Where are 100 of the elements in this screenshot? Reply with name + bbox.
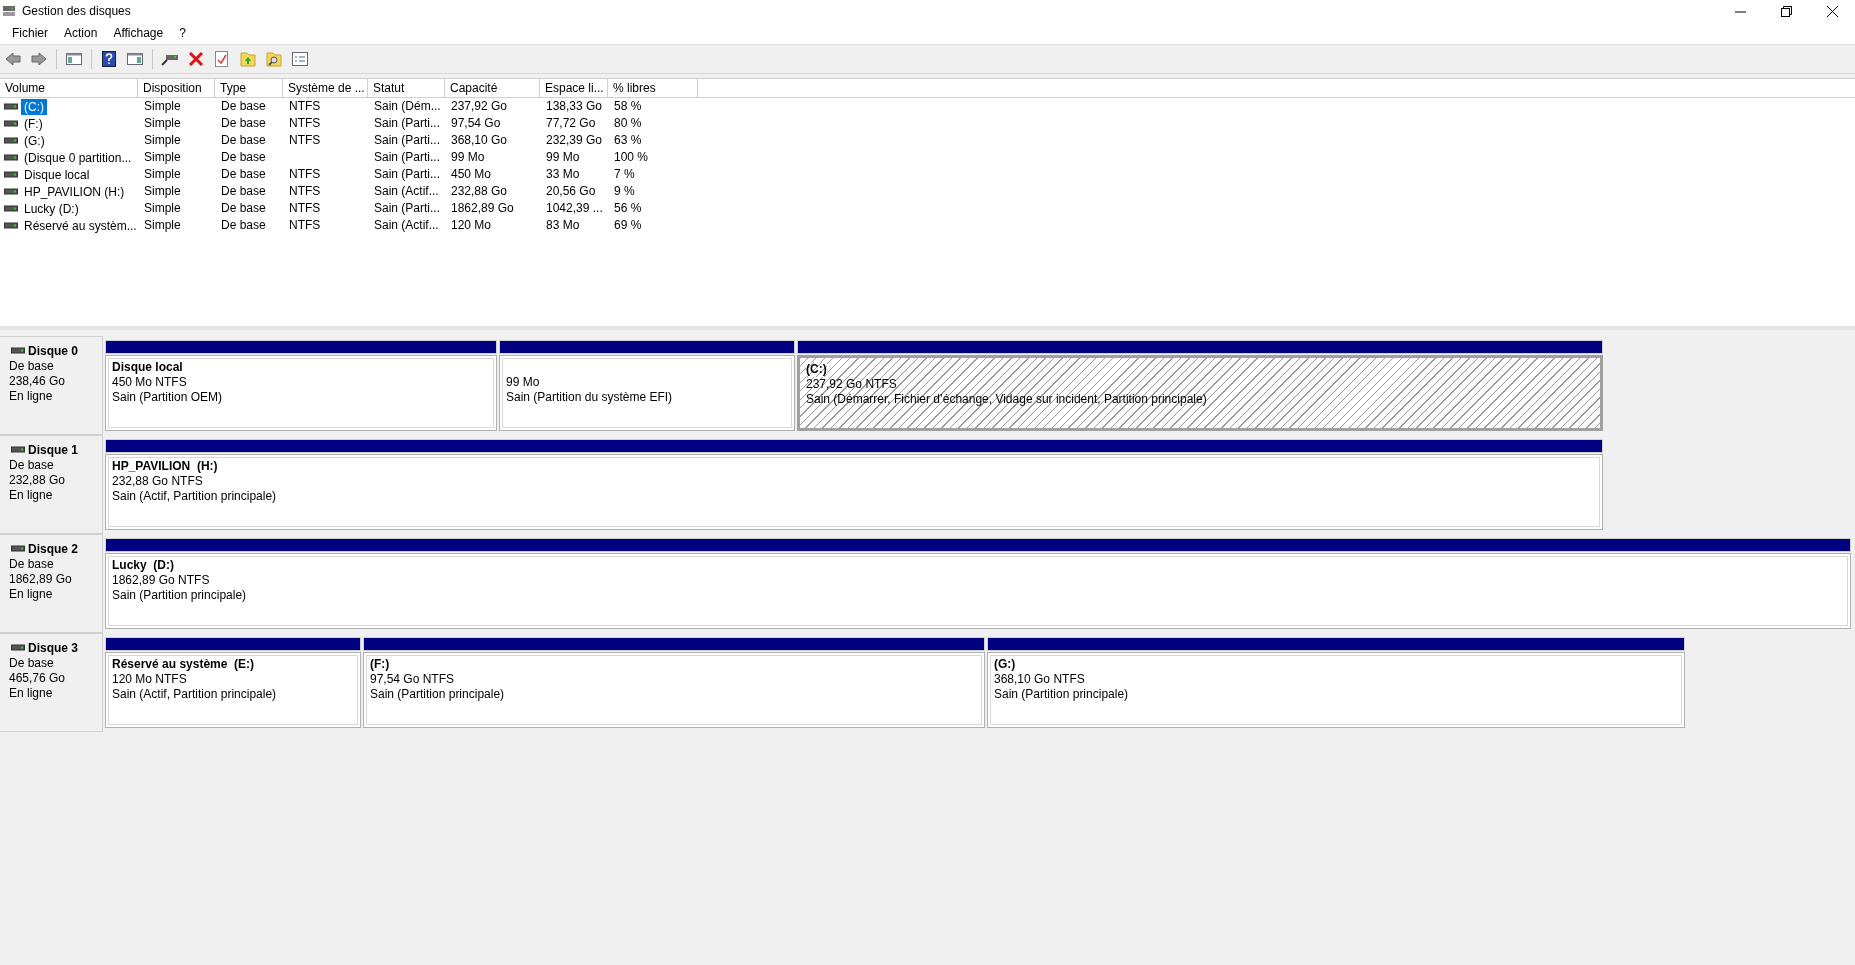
table-cell-text: Simple xyxy=(143,149,182,166)
partition-name: Réservé au système (E:) xyxy=(112,657,255,672)
table-cell-text: 33 Mo xyxy=(545,166,581,183)
partition-size: 120 Mo NTFS xyxy=(112,672,187,687)
partition-block[interactable]: (F:) 97,54 Go NTFS Sain (Partition principale) xyxy=(363,652,985,728)
table-cell-text: Sain (Actif... xyxy=(373,183,440,200)
drive-entry[interactable]: (C:) xyxy=(21,98,47,115)
table-cell-text: 100 % xyxy=(613,149,650,166)
table-cell-text: De base xyxy=(220,183,267,200)
column-header[interactable]: Statut xyxy=(368,79,445,97)
restore-icon xyxy=(1780,5,1792,17)
partition-size: 97,54 Go NTFS xyxy=(370,672,455,687)
disk-management-icon xyxy=(2,4,16,18)
table-cell-text: 20,56 Go xyxy=(545,183,597,200)
disk-size: 465,76 Go xyxy=(9,671,67,686)
table-cell-text: NTFS xyxy=(288,200,322,217)
table-cell-text: 83 Mo xyxy=(545,217,581,234)
table-cell-text: De base xyxy=(220,98,267,115)
drive-entry[interactable]: HP_PAVILION (H:) xyxy=(21,183,128,200)
menu-item[interactable]: Fichier xyxy=(4,26,56,40)
table-cell-text: Sain (Parti... xyxy=(373,200,442,217)
disk-name: Disque 0 xyxy=(28,343,78,359)
table-cell-text: Simple xyxy=(143,132,182,149)
partition-status: Sain (Démarrer, Fichier d’échange, Vidage sur incident, Partition principale) xyxy=(806,392,1207,407)
disk-size: 232,88 Go xyxy=(9,473,67,488)
table-cell-text: 237,92 Go xyxy=(450,98,509,115)
partition-status: Sain (Partition du système EFI) xyxy=(506,390,673,405)
partition-name: (F:) xyxy=(370,657,390,672)
partition-status: Sain (Actif, Partition principale) xyxy=(112,489,277,504)
column-header[interactable]: Système de ... xyxy=(283,79,368,97)
partition-block[interactable]: Disque local 450 Mo NTFS Sain (Partition OEM) xyxy=(105,355,497,431)
disk-type: De base xyxy=(9,458,55,473)
partition-block[interactable]: HP_PAVILION (H:) 232,88 Go NTFS Sain (Actif, Partition principale) xyxy=(105,454,1603,530)
table-cell-text: Simple xyxy=(143,98,182,115)
partition-block[interactable]: Réservé au système (E:) 120 Mo NTFS Sain (Actif, Partition principale) xyxy=(105,652,361,728)
window-title: Gestion des disques xyxy=(22,4,132,18)
table-cell-text: 1042,39 ... xyxy=(545,200,604,217)
table-cell-text: De base xyxy=(220,149,267,166)
table-cell-text: 368,10 Go xyxy=(450,132,509,149)
table-cell-text: Simple xyxy=(143,217,182,234)
partition-block[interactable]: (C:) 237,92 Go NTFS Sain (Démarrer, Fichier d’échange, Vidage sur incident, Partition principale) xyxy=(797,355,1603,431)
table-cell-text: 77,72 Go xyxy=(545,115,597,132)
column-header[interactable]: Disposition xyxy=(138,79,215,97)
disk-type: De base xyxy=(9,656,55,671)
disk-state: En ligne xyxy=(9,389,54,404)
table-cell-text: 120 Mo xyxy=(450,217,493,234)
partition-block[interactable]: Lucky (D:) 1862,89 Go NTFS Sain (Partition principale) xyxy=(105,553,1851,629)
table-cell-text: 56 % xyxy=(613,200,643,217)
table-cell-text: Sain (Parti... xyxy=(373,132,442,149)
drive-entry[interactable]: Réservé au systèm... xyxy=(21,217,140,234)
partition-name: Disque local xyxy=(112,360,183,375)
partition-block[interactable]: (G:) 368,10 Go NTFS Sain (Partition principale) xyxy=(987,652,1685,728)
partition-name: HP_PAVILION (H:) xyxy=(112,459,218,474)
table-cell-text: Simple xyxy=(143,183,182,200)
drive-entry[interactable]: Disque local xyxy=(21,166,93,183)
partition-size: 232,88 Go NTFS xyxy=(112,474,203,489)
partition-block[interactable]: 99 Mo Sain (Partition du système EFI) xyxy=(499,355,795,431)
table-cell-text: 1862,89 Go xyxy=(450,200,515,217)
table-cell-text: De base xyxy=(220,132,267,149)
column-header[interactable]: Volume xyxy=(0,79,138,97)
table-cell-text: 232,88 Go xyxy=(450,183,509,200)
table-cell-text: Sain (Actif... xyxy=(373,217,440,234)
drive-entry[interactable]: Lucky (D:) xyxy=(21,200,82,217)
disk-name: Disque 3 xyxy=(28,640,78,656)
menu-item[interactable]: Action xyxy=(56,26,106,40)
column-header[interactable]: Capacité xyxy=(445,79,540,97)
table-cell-text: 97,54 Go xyxy=(450,115,502,132)
disk-size: 238,46 Go xyxy=(9,374,67,389)
partition-name: (C:) xyxy=(806,362,827,377)
table-cell-text: Sain (Dém... xyxy=(373,98,442,115)
drive-entry[interactable]: (G:) xyxy=(21,132,48,149)
table-cell-text: 232,39 Go xyxy=(545,132,604,149)
table-cell-text: 9 % xyxy=(613,183,636,200)
disk-name: Disque 1 xyxy=(28,442,78,458)
disk-state: En ligne xyxy=(9,686,54,701)
table-cell-text: 58 % xyxy=(613,98,643,115)
close-icon xyxy=(1826,5,1838,17)
table-cell-text: 63 % xyxy=(613,132,643,149)
disk-name: Disque 2 xyxy=(28,541,78,557)
partition-status: Sain (Actif, Partition principale) xyxy=(112,687,277,702)
table-cell-text: NTFS xyxy=(288,98,322,115)
column-header[interactable]: Espace li... xyxy=(540,79,608,97)
disk-size: 1862,89 Go xyxy=(9,572,73,587)
drive-entry[interactable]: (Disque 0 partition... xyxy=(21,149,135,166)
column-header[interactable]: Type xyxy=(215,79,283,97)
partition-size: 1862,89 Go NTFS xyxy=(112,573,210,588)
table-cell-text: De base xyxy=(220,166,267,183)
partition-size: 237,92 Go NTFS xyxy=(806,377,897,392)
menu-item[interactable]: ? xyxy=(171,26,194,40)
table-cell-text: 138,33 Go xyxy=(545,98,604,115)
partition-status: Sain (Partition principale) xyxy=(370,687,505,702)
disk-type: De base xyxy=(9,557,55,572)
table-cell-text: 99 Mo xyxy=(545,149,581,166)
drive-entry[interactable]: (F:) xyxy=(21,115,46,132)
partition-size: 450 Mo NTFS xyxy=(112,375,187,390)
column-header[interactable]: % libres xyxy=(608,79,698,97)
partition-status: Sain (Partition OEM) xyxy=(112,390,223,405)
partition-size: 99 Mo xyxy=(506,375,540,390)
menu-item[interactable]: Affichage xyxy=(105,26,172,40)
table-cell-text: Simple xyxy=(143,115,182,132)
